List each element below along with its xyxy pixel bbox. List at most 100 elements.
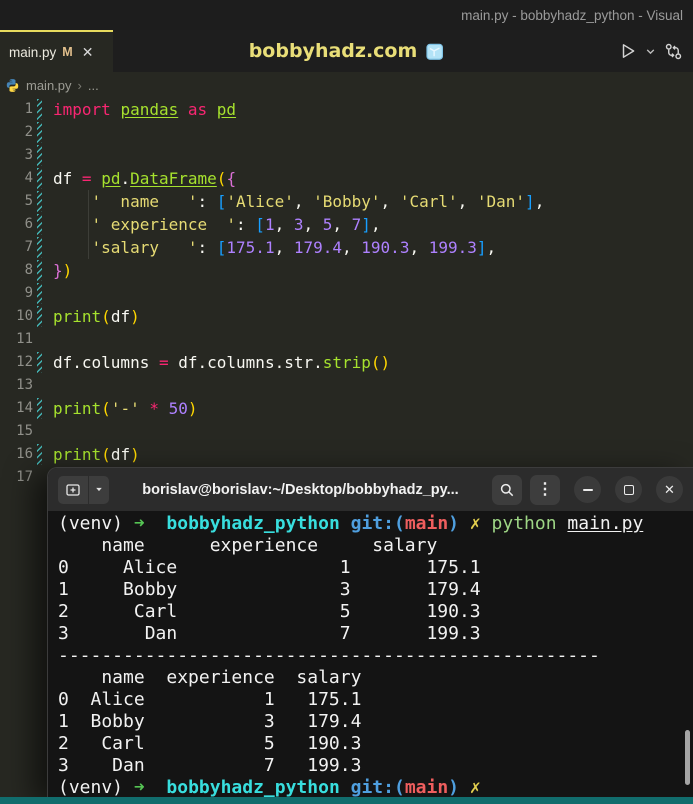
- run-dropdown-button[interactable]: [643, 44, 658, 59]
- terminal-line: 3 Dan 7 199.3: [58, 755, 693, 777]
- line-number: 14: [16, 400, 33, 416]
- minimize-button[interactable]: [574, 476, 601, 503]
- code-text: df.columns = df.columns.str.strip(): [53, 351, 390, 374]
- line-number: 15: [16, 423, 33, 439]
- text-segment: (: [101, 307, 111, 326]
- text-segment: '-': [110, 399, 140, 418]
- text-segment: [340, 777, 351, 797]
- git-modified-marker: [37, 168, 42, 189]
- text-segment: (venv): [58, 513, 134, 534]
- text-segment: .: [120, 169, 131, 188]
- text-segment: 'Dan': [476, 192, 526, 211]
- text-segment: print: [53, 399, 102, 418]
- code-text: print('-' * 50): [53, 397, 198, 420]
- code-line: 8}): [0, 259, 693, 282]
- text-segment: ,: [486, 238, 497, 257]
- text-segment: ,: [457, 192, 477, 211]
- code-line: 2: [0, 121, 693, 144]
- new-tab-dropdown-button[interactable]: [88, 475, 109, 504]
- open-changes-button[interactable]: [662, 40, 685, 63]
- text-segment: DataFrame: [130, 169, 217, 188]
- window-title: main.py - bobbyhadz_python - Visual: [461, 7, 683, 23]
- git-modified-marker: [37, 283, 42, 304]
- maximize-button[interactable]: [615, 476, 642, 503]
- text-segment: pd: [216, 100, 237, 119]
- tab-close-icon[interactable]: ✕: [82, 44, 94, 61]
- text-segment: [145, 777, 167, 797]
- text-segment: 0 Alice 1 175.1: [58, 557, 481, 578]
- run-python-file-button[interactable]: [617, 40, 639, 62]
- text-segment: {: [226, 169, 237, 188]
- terminal-line: ----------------------------------------…: [58, 645, 693, 667]
- indent-guide: [88, 236, 89, 259]
- line-number: 1: [24, 101, 33, 117]
- terminal-line: 3 Dan 7 199.3: [58, 623, 693, 645]
- code-line: 3: [0, 144, 693, 167]
- text-segment: (: [370, 353, 381, 372]
- text-segment: git:(: [350, 777, 405, 797]
- text-segment: ): [448, 513, 460, 534]
- text-segment: df: [53, 169, 82, 188]
- text-segment: ➜: [133, 777, 145, 797]
- git-modified-marker: [37, 237, 42, 258]
- text-segment: 1: [264, 215, 275, 234]
- ice-cube-icon: [426, 43, 444, 60]
- indent-guide: [88, 213, 89, 236]
- text-segment: [140, 399, 150, 418]
- terminal-titlebar[interactable]: borislav@borislav:~/Desktop/bobbyhadz_py…: [48, 468, 693, 511]
- new-terminal-tab-button[interactable]: [58, 475, 88, 504]
- tab-bar: main.py M ✕ bobbyhadz.com: [0, 30, 693, 72]
- command-center[interactable]: bobbyhadz.com: [249, 30, 445, 72]
- code-line: 11: [0, 328, 693, 351]
- text-segment: ,: [274, 238, 294, 257]
- text-segment: }: [53, 261, 63, 280]
- text-segment: :: [236, 215, 256, 234]
- text-segment: df.columns.str.: [168, 353, 323, 372]
- terminal-line: name experience salary: [58, 535, 693, 557]
- git-modified-marker: [37, 444, 42, 465]
- text-segment: ,: [370, 215, 381, 234]
- text-segment: df: [110, 307, 131, 326]
- menu-button[interactable]: ⋮: [530, 474, 560, 505]
- search-button[interactable]: [492, 474, 522, 505]
- terminal-output[interactable]: (venv) ➜ bobbyhadz_python git:(main) ✗ p…: [48, 511, 693, 797]
- text-segment: ): [187, 399, 198, 418]
- code-line: 15: [0, 420, 693, 443]
- text-segment: ,: [332, 215, 352, 234]
- text-segment: ): [62, 261, 73, 280]
- code-line: 5 ' name ': ['Alice', 'Bobby', 'Carl', '…: [0, 190, 693, 213]
- code-line: 7 'salary ': [175.1, 179.4, 190.3, 199.3…: [0, 236, 693, 259]
- text-segment: 190.3: [361, 238, 410, 257]
- tab-main-py[interactable]: main.py M ✕: [0, 30, 113, 72]
- code-text: print(df): [53, 305, 140, 328]
- terminal-window: borislav@borislav:~/Desktop/bobbyhadz_py…: [47, 467, 693, 797]
- text-segment: 'Alice': [226, 192, 294, 211]
- text-segment: name experience salary: [58, 535, 438, 556]
- text-segment: print: [53, 445, 102, 464]
- breadcrumb-item-file[interactable]: main.py: [26, 78, 72, 93]
- code-line: 9: [0, 282, 693, 305]
- line-number: 3: [24, 147, 33, 163]
- text-segment: (: [216, 169, 227, 188]
- line-number: 10: [16, 308, 33, 324]
- close-button[interactable]: ✕: [656, 476, 683, 503]
- text-segment: ]: [361, 215, 371, 234]
- tab-label: main.py: [9, 44, 57, 60]
- text-segment: df: [110, 445, 131, 464]
- text-segment: [481, 513, 492, 534]
- text-segment: [111, 100, 121, 119]
- play-icon: [622, 44, 635, 58]
- breadcrumb-item-more[interactable]: ...: [88, 78, 99, 93]
- git-modified-marker: [37, 145, 42, 166]
- git-modified-marker: [37, 99, 42, 120]
- window-titlebar: main.py - bobbyhadz_python - Visual: [0, 0, 693, 30]
- terminal-scrollbar[interactable]: [685, 730, 690, 785]
- text-segment: ,: [293, 192, 314, 211]
- search-icon: [500, 483, 514, 496]
- text-segment: 175.1: [226, 238, 275, 257]
- text-segment: ' experience ': [91, 215, 237, 234]
- text-segment: ,: [409, 238, 429, 257]
- text-segment: strip: [322, 353, 371, 372]
- terminal-line: name experience salary: [58, 667, 693, 689]
- text-segment: [340, 513, 351, 534]
